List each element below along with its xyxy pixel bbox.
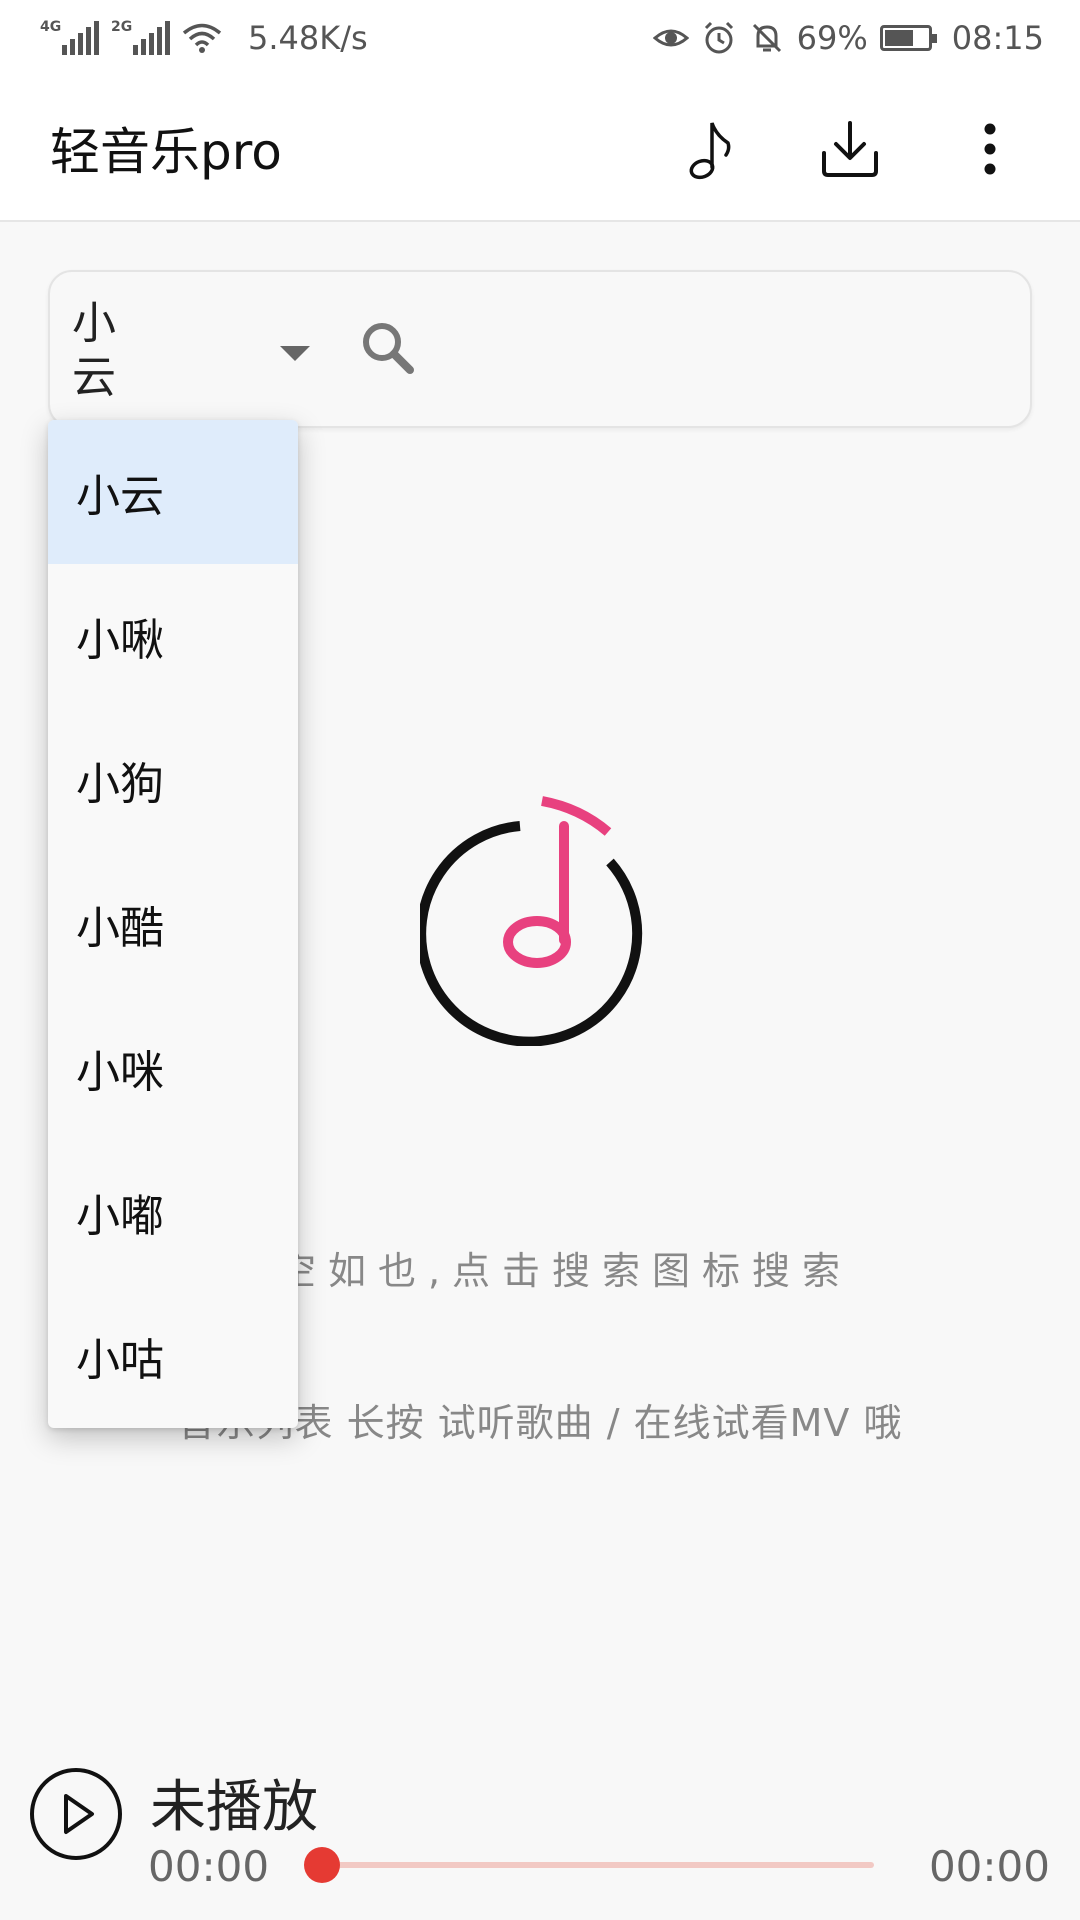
mute-bell-icon bbox=[752, 23, 781, 53]
search-icon[interactable] bbox=[356, 316, 420, 380]
battery-charging-icon bbox=[879, 25, 937, 51]
music-note-icon bbox=[689, 122, 731, 180]
eye-icon bbox=[652, 29, 689, 47]
dropdown-option[interactable]: 小狗 bbox=[48, 708, 298, 852]
network-speed: 5.48K/s bbox=[248, 19, 368, 57]
dropdown-option[interactable]: 小酷 bbox=[48, 852, 298, 996]
seek-thumb[interactable] bbox=[304, 1847, 340, 1883]
source-select[interactable]: 小云 bbox=[72, 292, 312, 410]
dropdown-option[interactable]: 小咪 bbox=[48, 996, 298, 1140]
dropdown-option[interactable]: 小咕 bbox=[48, 1284, 298, 1428]
now-playing-title: 未播放 bbox=[150, 1775, 318, 1840]
clock: 08:15 bbox=[951, 19, 1044, 57]
chevron-down-icon bbox=[280, 346, 310, 361]
player-bar: 未播放 00:00 00:00 bbox=[0, 1730, 1080, 1920]
cellular-signal-icon: 4G bbox=[40, 19, 99, 55]
battery-percent: 69% bbox=[796, 19, 868, 57]
app-bar: 轻音乐pro bbox=[0, 76, 1080, 222]
app-title: 轻音乐pro bbox=[50, 123, 282, 181]
music-note-button[interactable] bbox=[650, 89, 770, 209]
wifi-icon bbox=[182, 23, 222, 53]
app-bar-actions bbox=[630, 76, 1050, 222]
more-options-button[interactable] bbox=[930, 89, 1050, 209]
signal-type-label: 4G bbox=[40, 19, 62, 35]
cellular-signal-icon: 2G bbox=[111, 19, 170, 55]
status-bar: 4G 2G 5.48K/s 69% 08:15 bbox=[0, 0, 1080, 76]
search-card: 小云 bbox=[48, 270, 1032, 428]
current-time: 00:00 bbox=[148, 1842, 270, 1891]
download-icon bbox=[822, 121, 878, 177]
source-select-value: 小云 bbox=[72, 298, 116, 403]
dropdown-option[interactable]: 小嘟 bbox=[48, 1140, 298, 1284]
seek-bar[interactable] bbox=[322, 1862, 874, 1868]
more-vert-icon bbox=[984, 123, 996, 175]
dropdown-option[interactable]: 小云 bbox=[48, 420, 298, 564]
dropdown-option[interactable]: 小啾 bbox=[48, 564, 298, 708]
status-bar-right: 69% 08:15 bbox=[652, 19, 1044, 57]
alarm-icon bbox=[704, 21, 733, 54]
total-time: 00:00 bbox=[928, 1842, 1050, 1891]
play-icon bbox=[64, 1794, 94, 1834]
signal-type-label: 2G bbox=[111, 19, 133, 35]
download-button[interactable] bbox=[790, 89, 910, 209]
source-dropdown-menu: 小云 小啾 小狗 小酷 小咪 小嘟 小咕 bbox=[48, 420, 298, 1428]
play-button[interactable] bbox=[28, 1766, 124, 1862]
app-logo-icon bbox=[420, 796, 643, 1046]
status-bar-left: 4G 2G 5.48K/s bbox=[40, 19, 368, 57]
